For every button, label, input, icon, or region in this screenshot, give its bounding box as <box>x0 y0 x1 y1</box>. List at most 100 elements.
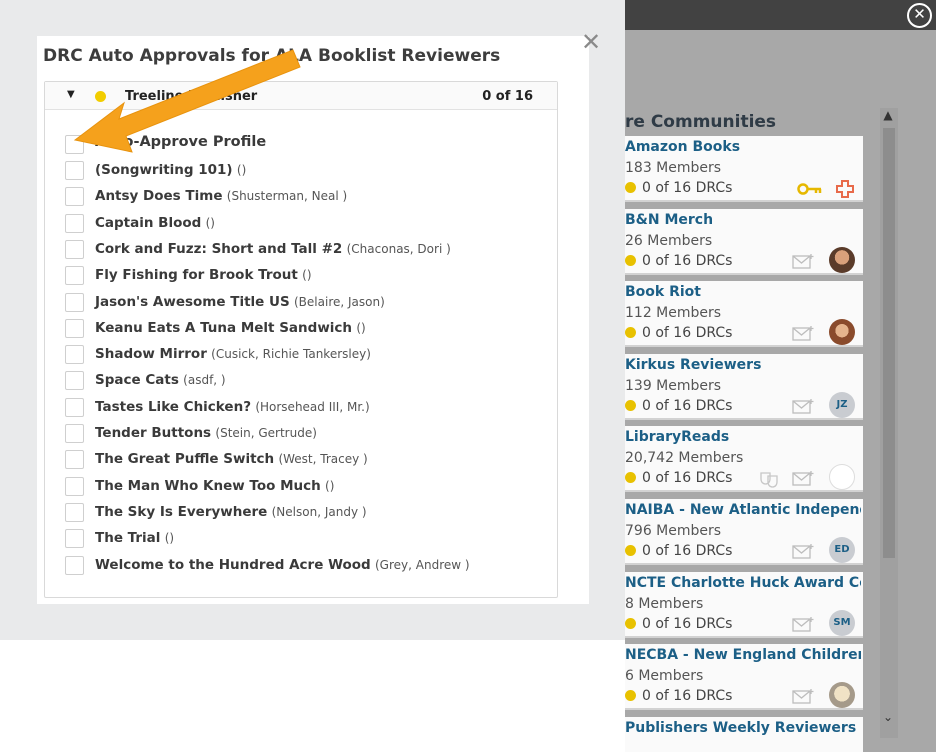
community-name[interactable]: B&N Merch <box>625 212 861 228</box>
book-title: Tender Buttons <box>95 425 212 441</box>
mail-icon[interactable] <box>792 253 814 269</box>
drc-count: 0 of 16 DRCs <box>642 397 733 414</box>
community-drcs: 0 of 16 DRCs <box>625 688 732 704</box>
book-title: Tastes Like Chicken? <box>95 398 252 415</box>
avatar-initials: JZ <box>836 398 848 410</box>
mail-icon[interactable] <box>792 398 814 414</box>
book-checkbox[interactable] <box>65 318 84 338</box>
avatar[interactable]: JZ <box>829 391 855 418</box>
book-checkbox[interactable] <box>65 424 84 443</box>
book-label: The Great Puffle Switch (West, Tracey ) <box>95 451 368 467</box>
community-card[interactable]: LibraryReads 20,742 Members 0 of 16 DRCs <box>625 426 863 493</box>
publisher-header[interactable]: ▼ Treeline Publisher 0 of 16 <box>45 82 557 110</box>
book-title: Welcome to the Hundred Acre Wood <box>95 556 371 573</box>
scroll-up-icon[interactable]: ▲ <box>879 108 897 124</box>
avatar[interactable] <box>829 682 855 709</box>
mail-icon[interactable] <box>792 543 814 559</box>
book-title: (Songwriting 101) <box>95 162 233 178</box>
community-name[interactable]: NECBA - New England Children's... <box>625 647 861 663</box>
book-checkbox[interactable] <box>65 476 84 496</box>
scroll-down-icon[interactable]: ⌄ <box>879 710 897 726</box>
key-icon[interactable] <box>797 182 823 196</box>
book-checkbox[interactable] <box>65 529 84 549</box>
book-author: (Horsehead III, Mr.) <box>255 399 370 414</box>
community-card[interactable]: Book Riot 112 Members 0 of 16 DRCs <box>625 281 863 348</box>
publisher-name: Treeline Publisher <box>125 89 258 104</box>
community-drcs: 0 of 16 DRCs <box>625 543 732 559</box>
mask-icon[interactable] <box>759 470 779 489</box>
community-card[interactable]: B&N Merch 26 Members 0 of 16 DRCs <box>625 208 863 275</box>
book-title: Jason's Awesome Title US <box>95 293 290 310</box>
drc-count: 0 of 16 DRCs <box>642 470 733 487</box>
book-checkbox[interactable] <box>65 239 84 259</box>
community-name[interactable]: NCTE Charlotte Huck Award Co... <box>625 575 861 591</box>
community-card[interactable]: NCTE Charlotte Huck Award Co... 8 Members… <box>625 571 863 638</box>
community-name[interactable]: NAIBA - New Atlantic Independ... <box>625 502 861 518</box>
plus-icon[interactable] <box>835 179 855 199</box>
avatar[interactable] <box>829 464 855 491</box>
community-card[interactable]: NECBA - New England Children's... 6 Membe… <box>625 644 863 711</box>
community-members: 6 Members <box>625 668 704 685</box>
close-icon[interactable]: ✕ <box>581 30 601 54</box>
caret-down-icon[interactable]: ▼ <box>67 89 75 100</box>
auto-approve-checkbox[interactable] <box>65 135 84 154</box>
drc-count: 0 of 16 DRCs <box>642 543 733 559</box>
book-label: Tastes Like Chicken? (Horsehead III, Mr.… <box>95 399 370 415</box>
book-title: Space Cats <box>95 372 179 389</box>
avatar[interactable] <box>829 319 855 346</box>
book-checkbox[interactable] <box>65 555 84 575</box>
book-label: Captain Blood () <box>95 215 215 231</box>
book-checkbox[interactable] <box>65 213 84 233</box>
book-checkbox[interactable] <box>65 345 84 365</box>
book-title: Cork and Fuzz: Short and Tall #2 <box>95 240 343 257</box>
community-drcs: 0 of 16 DRCs <box>625 253 732 269</box>
community-members: 26 Members <box>625 232 713 249</box>
community-card[interactable]: Amazon Books 183 Members 0 of 16 DRCs <box>625 136 863 202</box>
community-name[interactable]: Publishers Weekly Reviewers <box>625 720 861 736</box>
community-name[interactable]: Kirkus Reviewers <box>625 357 861 373</box>
book-checkbox[interactable] <box>65 266 84 286</box>
mail-icon[interactable] <box>792 616 814 632</box>
modal-title: DRC Auto Approvals for ALA Booklist Revi… <box>43 46 501 66</box>
mail-icon[interactable] <box>792 325 814 341</box>
community-card[interactable]: NAIBA - New Atlantic Independ... 796 Memb… <box>625 499 863 565</box>
communities-title: re Communities <box>625 112 777 132</box>
community-card[interactable]: Kirkus Reviewers 139 Members 0 of 16 DRCs J… <box>625 353 863 420</box>
auto-approve-label: Auto-Approve Profile <box>95 134 267 150</box>
book-checkbox[interactable] <box>65 187 84 207</box>
close-circle-icon[interactable]: ✕ <box>907 3 932 28</box>
book-checkbox[interactable] <box>65 371 84 391</box>
status-dot <box>95 91 106 102</box>
avatar[interactable]: ED <box>829 537 855 563</box>
community-name[interactable]: Book Riot <box>625 284 861 300</box>
mail-icon[interactable] <box>792 688 814 704</box>
book-author: (Chaconas, Dori ) <box>346 241 451 256</box>
avatar[interactable] <box>829 246 855 273</box>
book-checkbox[interactable] <box>65 292 84 312</box>
community-drcs: 0 of 16 DRCs <box>625 180 732 196</box>
book-author: (Nelson, Jandy ) <box>271 504 367 519</box>
book-label: The Man Who Knew Too Much () <box>95 478 334 494</box>
community-card[interactable]: Publishers Weekly Reviewers <box>625 716 863 752</box>
drc-count: 0 of 16 DRCs <box>642 688 733 705</box>
approval-count: 0 of 16 <box>482 89 533 104</box>
book-checkbox[interactable] <box>65 502 84 522</box>
book-checkbox[interactable] <box>65 397 84 417</box>
book-author: (Shusterman, Neal ) <box>226 189 348 204</box>
community-members: 8 Members <box>625 595 704 612</box>
status-dot <box>625 327 636 339</box>
mail-icon[interactable] <box>792 470 814 487</box>
community-name[interactable]: LibraryReads <box>625 429 861 445</box>
avatar[interactable]: SM <box>829 609 855 636</box>
community-name[interactable]: Amazon Books <box>625 139 861 155</box>
status-dot <box>625 545 636 556</box>
community-members: 20,742 Members <box>625 450 744 467</box>
auto-approval-modal: DRC Auto Approvals for ALA Booklist Revi… <box>37 30 601 604</box>
book-title: Keanu Eats A Tuna Melt Sandwich <box>95 319 353 336</box>
book-checkbox[interactable] <box>65 161 84 180</box>
scrollbar-thumb[interactable] <box>883 128 895 558</box>
community-members: 139 Members <box>625 377 722 394</box>
book-title: Antsy Does Time <box>95 188 223 205</box>
book-checkbox[interactable] <box>65 450 84 470</box>
book-label: Tender Buttons (Stein, Gertrude) <box>95 425 317 441</box>
